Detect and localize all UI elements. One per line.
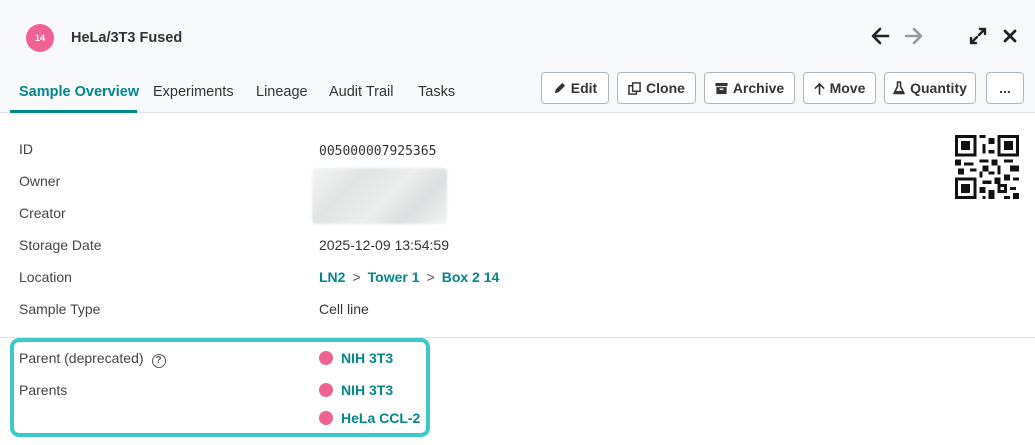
location-tower-link[interactable]: Tower 1 [368,269,420,285]
arrow-right-icon[interactable] [901,24,927,48]
header-bar: 14 HeLa/3T3 Fused Sample Overview Experi… [0,0,1035,113]
move-label: Move [829,80,866,96]
move-button[interactable]: Move [803,72,876,104]
quantity-button[interactable]: Quantity [884,72,976,104]
id-value: 005000007925365 [319,144,437,159]
close-icon[interactable] [997,24,1023,48]
more-options-button[interactable]: ... [986,72,1024,104]
tab-lineage[interactable]: Lineage [256,84,308,100]
location-ln2-link[interactable]: LN2 [319,269,345,285]
archive-icon [715,82,728,94]
more-options-label: ... [999,80,1011,96]
tab-experiments[interactable]: Experiments [153,84,234,100]
redacted-user-info [312,168,447,224]
sample-type-value: Cell line [319,301,369,317]
tab-audit-trail[interactable]: Audit Trail [329,84,393,100]
archive-button[interactable]: Archive [704,72,795,104]
sample-title: HeLa/3T3 Fused [71,30,183,46]
tab-tasks[interactable]: Tasks [418,84,455,100]
pencil-icon [554,82,565,93]
edit-button[interactable]: Edit [541,72,609,104]
clone-button[interactable]: Clone [617,72,696,104]
arrow-left-icon[interactable] [867,24,893,48]
lineage-highlight-box [10,338,430,437]
active-tab-indicator [10,110,137,113]
qr-code [955,135,1019,199]
storage-date-label: Storage Date [19,237,102,253]
expand-icon[interactable] [965,24,991,48]
tab-sample-overview[interactable]: Sample Overview [19,84,139,100]
edit-label: Edit [570,80,598,96]
location-breadcrumb: LN2 > Tower 1 > Box 2 14 [319,269,499,285]
clone-icon [628,81,641,95]
sample-badge: 14 [26,24,54,52]
owner-label: Owner [19,173,61,189]
id-label: ID [19,141,33,157]
location-box-link[interactable]: Box 2 14 [442,269,500,285]
flask-icon [893,81,905,95]
storage-date-value: 2025-12-09 13:54:59 [319,237,449,253]
arrow-up-icon [814,82,825,95]
sample-type-label: Sample Type [19,301,101,317]
archive-label: Archive [732,80,785,96]
clone-label: Clone [646,80,685,96]
location-separator: > [352,269,361,285]
creator-label: Creator [19,205,66,221]
quantity-label: Quantity [910,80,967,96]
location-separator: > [426,269,435,285]
location-label: Location [19,269,72,285]
